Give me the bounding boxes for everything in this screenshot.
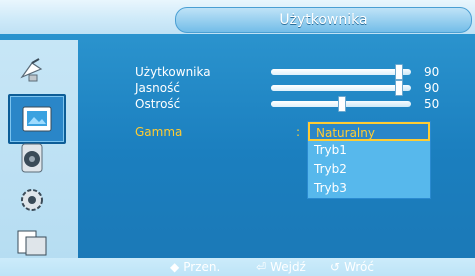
slider-fill bbox=[271, 85, 397, 91]
sidebar-item-setup[interactable] bbox=[12, 180, 52, 220]
setting-slider-sharpness[interactable] bbox=[271, 96, 411, 112]
setting-label-gamma[interactable]: Gamma bbox=[135, 124, 182, 140]
top-bar: Użytkownika bbox=[0, 0, 475, 34]
multi-window-icon bbox=[17, 230, 47, 256]
setting-label-brightness: Jasność bbox=[135, 81, 180, 95]
dropdown-option-tryb3[interactable]: Tryb3 bbox=[308, 179, 430, 198]
sidebar-item-channel[interactable] bbox=[12, 50, 52, 90]
speaker-icon bbox=[21, 143, 43, 173]
setting-value-sharpness: 50 bbox=[424, 97, 440, 111]
picture-icon bbox=[22, 106, 52, 132]
gamma-colon: : bbox=[296, 125, 301, 139]
setting-value-brightness: 90 bbox=[424, 81, 440, 95]
slider-fill bbox=[271, 69, 397, 75]
slider-fill bbox=[271, 101, 341, 107]
menu-title: Użytkownika bbox=[175, 7, 472, 33]
hint-enter: ⏎ Wejdź bbox=[256, 258, 306, 276]
slider-thumb[interactable] bbox=[395, 64, 403, 80]
setting-label-sharpness: Ostrość bbox=[135, 97, 181, 111]
slider-thumb[interactable] bbox=[395, 80, 403, 96]
setting-slider-brightness[interactable] bbox=[271, 80, 411, 96]
hint-move-label: Przen. bbox=[183, 260, 221, 274]
setting-label-user: Użytkownika bbox=[135, 65, 211, 79]
sidebar-item-picture[interactable] bbox=[8, 94, 66, 144]
enter-icon: ⏎ bbox=[256, 260, 267, 274]
satellite-dish-icon bbox=[20, 58, 43, 82]
bottom-help-bar: ◆ Przen. ⏎ Wejdź ↺ Wróć bbox=[0, 258, 475, 276]
sidebar-item-multi-control[interactable] bbox=[12, 222, 52, 262]
dropdown-option-tryb1[interactable]: Tryb1 bbox=[308, 141, 430, 160]
sidebar-item-sound[interactable] bbox=[12, 138, 52, 178]
slider-thumb[interactable] bbox=[338, 96, 346, 112]
up-down-arrows-icon: ◆ bbox=[170, 260, 180, 274]
sidebar bbox=[0, 40, 78, 260]
setting-slider-user[interactable] bbox=[271, 64, 411, 80]
hint-return: ↺ Wróć bbox=[330, 258, 374, 276]
return-icon: ↺ bbox=[330, 260, 341, 274]
hint-return-label: Wróć bbox=[344, 260, 374, 274]
dropdown-option-tryb2[interactable]: Tryb2 bbox=[308, 160, 430, 179]
hint-enter-label: Wejdź bbox=[270, 260, 306, 274]
gamma-dropdown[interactable]: Naturalny Tryb1 Tryb2 Tryb3 bbox=[307, 121, 431, 199]
setting-value-user: 90 bbox=[424, 65, 440, 79]
gear-icon bbox=[21, 189, 43, 211]
hint-move: ◆ Przen. bbox=[170, 258, 220, 276]
osd-menu: Użytkownika Użytkownika 90 Jasność 90 Os… bbox=[0, 0, 475, 276]
dropdown-option-naturalny[interactable]: Naturalny bbox=[308, 122, 430, 141]
